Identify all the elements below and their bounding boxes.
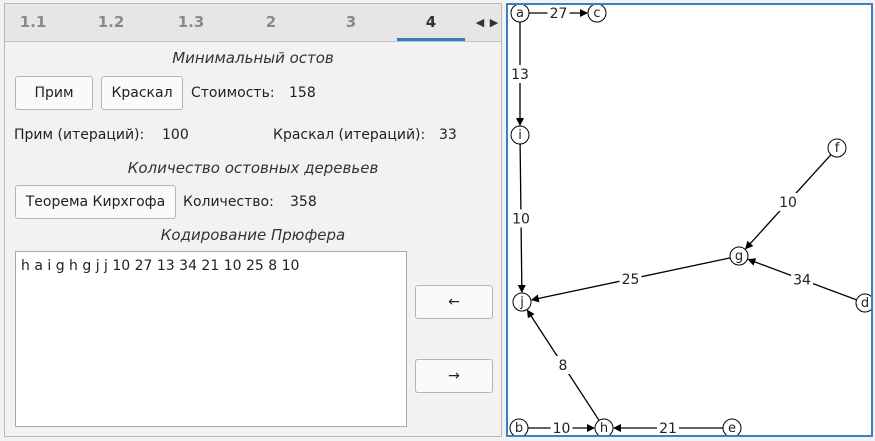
edge-weight-label: 10 bbox=[512, 212, 530, 228]
prim-iterations-value: 100 bbox=[162, 127, 189, 143]
tab-1-3[interactable]: 1.3 bbox=[155, 4, 227, 41]
node-label: h bbox=[600, 421, 608, 435]
node-label: g bbox=[735, 249, 743, 264]
prim-iterations-label: Прим (итераций): bbox=[14, 127, 145, 143]
node-label: f bbox=[835, 141, 840, 156]
edge-weight-label: 13 bbox=[511, 67, 529, 83]
node-i[interactable]: i bbox=[510, 125, 530, 145]
count-label: Количество: bbox=[183, 194, 274, 210]
node-e[interactable]: e bbox=[722, 418, 742, 438]
tab-2[interactable]: 2 bbox=[235, 4, 307, 41]
node-label: d bbox=[861, 296, 869, 311]
kruskal-button[interactable]: Краскал bbox=[101, 76, 183, 110]
node-j[interactable]: j bbox=[512, 292, 532, 312]
node-g[interactable]: g bbox=[729, 246, 749, 266]
tab-scroll-right-icon[interactable]: ▶ bbox=[487, 4, 501, 41]
tab-4[interactable]: 4 bbox=[397, 4, 465, 41]
edge-weight-label: 25 bbox=[622, 272, 640, 288]
node-d[interactable]: d bbox=[855, 293, 875, 313]
node-c[interactable]: c bbox=[587, 3, 607, 23]
prev-arrow-button[interactable]: ← bbox=[415, 285, 493, 319]
kirchhoff-button[interactable]: Теорема Кирхгофа bbox=[15, 185, 176, 219]
prufer-title: Кодирование Прюфера bbox=[160, 226, 346, 244]
edge-weight-label: 10 bbox=[779, 195, 797, 211]
mst-title: Минимальный остов bbox=[172, 49, 334, 67]
edge-weight-label: 27 bbox=[550, 6, 568, 22]
tab-1-2[interactable]: 1.2 bbox=[75, 4, 147, 41]
node-a[interactable]: a bbox=[510, 3, 530, 23]
node-label: c bbox=[593, 6, 600, 21]
edge-weight-label: 10 bbox=[553, 421, 571, 435]
next-arrow-button[interactable]: → bbox=[415, 359, 493, 393]
node-label: j bbox=[519, 295, 524, 310]
tab-3[interactable]: 3 bbox=[315, 4, 387, 41]
edge-weight-label: 21 bbox=[659, 421, 677, 435]
node-label: e bbox=[728, 421, 736, 435]
node-label: a bbox=[516, 6, 524, 21]
prufer-code-textarea[interactable]: h a i g h g j j 10 27 13 34 21 10 25 8 1… bbox=[15, 251, 407, 427]
spanning-trees-title: Количество остовных деревьев bbox=[127, 159, 379, 177]
tab-scroll-left-icon[interactable]: ◀ bbox=[473, 4, 487, 41]
left-panel: 1.1 1.2 1.3 2 3 4 ◀ ▶ Минимальный остов … bbox=[4, 3, 502, 437]
node-label: i bbox=[518, 128, 522, 143]
kruskal-iterations-label: Краскал (итераций): bbox=[273, 127, 426, 143]
edge-weight-label: 8 bbox=[559, 358, 568, 374]
kruskal-iterations-value: 33 bbox=[439, 127, 457, 143]
graph-canvas[interactable]: 27 13 10 10 25 34 8 10 21 a c i f g j d b h e bbox=[508, 3, 875, 438]
node-h[interactable]: h bbox=[594, 418, 614, 438]
count-value: 358 bbox=[290, 194, 317, 210]
node-label: b bbox=[515, 421, 523, 435]
prim-button[interactable]: Прим bbox=[15, 76, 93, 110]
cost-label: Стоимость: bbox=[191, 85, 275, 101]
node-b[interactable]: b bbox=[509, 418, 529, 438]
graph-panel[interactable]: 27 13 10 10 25 34 8 10 21 a c i f g j d b h e bbox=[506, 3, 875, 438]
cost-value: 158 bbox=[289, 85, 316, 101]
edge-weight-label: 34 bbox=[793, 273, 811, 289]
node-f[interactable]: f bbox=[827, 138, 847, 158]
tab-1-1[interactable]: 1.1 bbox=[5, 4, 61, 41]
tab-bar: 1.1 1.2 1.3 2 3 4 ◀ ▶ bbox=[5, 4, 501, 42]
